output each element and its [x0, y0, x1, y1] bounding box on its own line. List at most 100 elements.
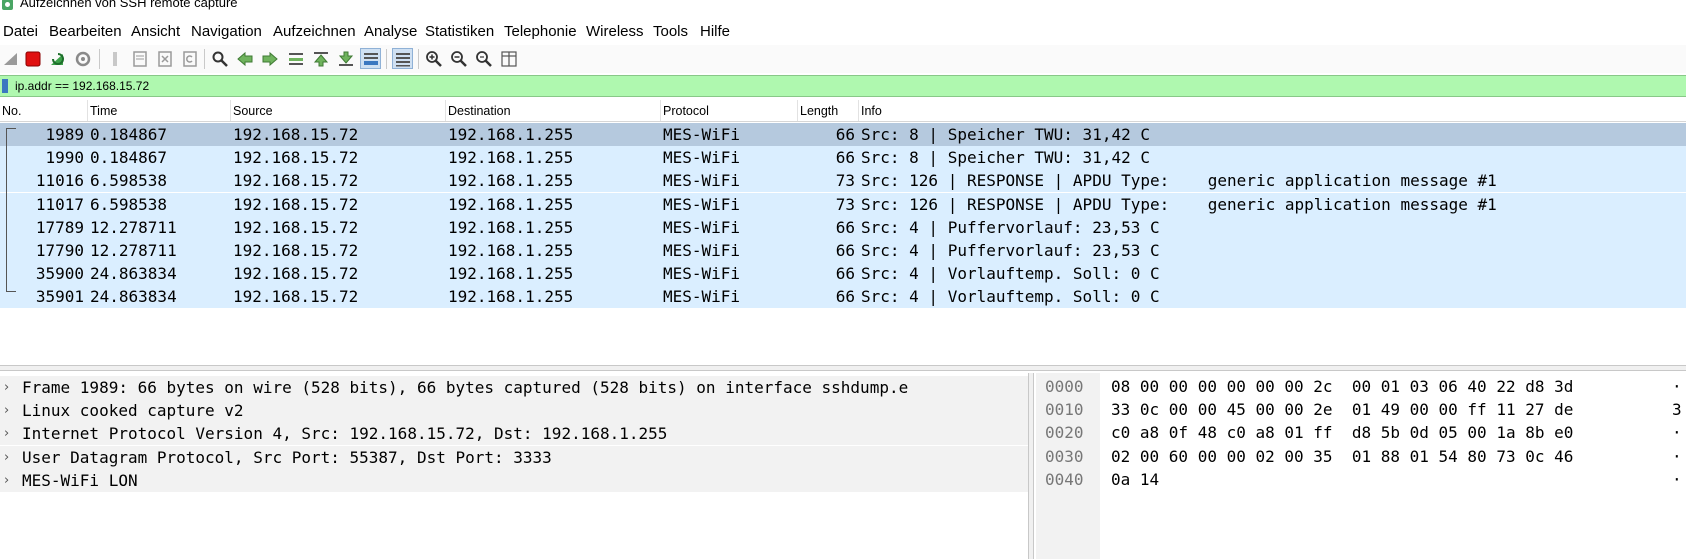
- packet-details-pane: › Frame 1989: 66 bytes on wire (528 bits)…: [0, 373, 1028, 559]
- hex-bytes: 33 0c 00 00 45 00 00 2e 01 49 00 00 ff 1…: [1111, 400, 1574, 420]
- packet-time-cell: 24.863834: [90, 287, 177, 307]
- colorize-icon[interactable]: [392, 48, 413, 69]
- menu-telephonie[interactable]: Telephonie: [504, 20, 577, 44]
- packet-src-cell: 192.168.15.72: [233, 194, 359, 214]
- save-file-icon[interactable]: [129, 48, 150, 69]
- packet-row[interactable]: 17790 12.278711 192.168.15.72 192.168.1.255…: [0, 239, 1686, 262]
- packet-row[interactable]: 35900 24.863834 192.168.15.72 192.168.1.255…: [0, 262, 1686, 286]
- packet-info-cell: Src: 8 | Speicher TWU: 31,42 C: [861, 125, 1150, 144]
- vertical-splitter[interactable]: [1028, 373, 1034, 559]
- packet-proto-cell: MES-WiFi: [663, 217, 741, 237]
- detail-tree-item[interactable]: › Internet Protocol Version 4, Src: 192.1…: [0, 422, 1028, 446]
- first-packet-icon[interactable]: [310, 48, 331, 69]
- packet-bytes-pane: 0000 08 00 00 00 00 00 00 2c 00 01 03 06 …: [1036, 373, 1686, 559]
- packet-dst-cell: 192.168.1.255: [448, 171, 574, 191]
- hex-offset: 0010: [1045, 400, 1084, 420]
- packet-dst-cell: 192.168.1.255: [448, 217, 574, 237]
- packet-time-cell: 12.278711: [90, 217, 177, 237]
- packet-row[interactable]: 35901 24.863834 192.168.15.72 192.168.1.255…: [0, 285, 1686, 309]
- packet-len-cell: 66: [835, 217, 855, 237]
- menu-hilfe[interactable]: Hilfe: [700, 20, 730, 44]
- menu-analyse[interactable]: Analyse: [364, 20, 417, 44]
- menu-wireless[interactable]: Wireless: [586, 20, 644, 44]
- ascii-bytes: ·: [1672, 446, 1682, 466]
- packet-row[interactable]: 11016 6.598538 192.168.15.72 192.168.1.255 M…: [0, 169, 1686, 193]
- restart-capture-icon[interactable]: [47, 48, 68, 69]
- column-header-length[interactable]: Length: [798, 100, 859, 121]
- open-file-icon[interactable]: [104, 48, 125, 69]
- close-file-icon[interactable]: [154, 48, 175, 69]
- hex-bytes: 0a 14: [1111, 469, 1160, 489]
- resize-columns-icon[interactable]: [498, 48, 519, 69]
- packet-row[interactable]: 1990 0.184867 192.168.15.72 192.168.1.255 ME…: [0, 146, 1686, 170]
- detail-tree-item[interactable]: › MES-WiFi LON: [0, 468, 1028, 492]
- packet-list-header: No. Time Source Destination Protocol Len…: [0, 100, 1686, 122]
- detail-tree-item[interactable]: › User Datagram Protocol, Src Port: 55387…: [0, 445, 1028, 469]
- column-header-source[interactable]: Source: [231, 100, 446, 121]
- column-header-protocol[interactable]: Protocol: [661, 100, 798, 121]
- menu-datei[interactable]: Datei: [3, 20, 38, 44]
- display-filter-bar: [0, 75, 1686, 97]
- title-bar: Aufzeichnen von SSH remote capture: [0, 0, 1686, 12]
- find-packet-icon[interactable]: [209, 48, 230, 69]
- shark-fin-start-icon[interactable]: [0, 48, 21, 69]
- hex-dump-row[interactable]: 0030 02 00 60 00 00 02 00 35 01 88 01 54 …: [1036, 445, 1686, 468]
- packet-info-cell: Src: 4 | Vorlauftemp. Soll: 0 C: [861, 264, 1160, 284]
- packet-proto-cell: MES-WiFi: [663, 194, 741, 214]
- display-filter-input[interactable]: [13, 77, 1617, 95]
- column-header-destination[interactable]: Destination: [446, 100, 661, 121]
- column-header-time[interactable]: Time: [88, 100, 231, 121]
- packet-src-cell: 192.168.15.72: [233, 171, 359, 191]
- detail-text: User Datagram Protocol, Src Port: 55387,…: [22, 447, 552, 467]
- hex-offset: 0030: [1045, 446, 1084, 466]
- hex-dump-row[interactable]: 0020 c0 a8 0f 48 c0 a8 01 ff d8 5b 0d 05 …: [1036, 421, 1686, 444]
- menu-bearbeiten[interactable]: Bearbeiten: [49, 20, 122, 44]
- column-header-info[interactable]: Info: [859, 100, 1686, 121]
- chevron-right-icon[interactable]: ›: [4, 446, 9, 469]
- stop-capture-icon[interactable]: [22, 48, 43, 69]
- menu-statistiken[interactable]: Statistiken: [425, 20, 494, 44]
- packet-info-cell: Src: 4 | Vorlauftemp. Soll: 0 C: [861, 287, 1160, 307]
- detail-tree-item[interactable]: › Frame 1989: 66 bytes on wire (528 bits)…: [0, 376, 1028, 399]
- packet-src-cell: 192.168.15.72: [233, 287, 359, 307]
- last-packet-icon[interactable]: [335, 48, 356, 69]
- chevron-right-icon[interactable]: ›: [4, 376, 9, 399]
- horizontal-splitter[interactable]: [0, 365, 1686, 371]
- hex-dump-row[interactable]: 0010 33 0c 00 00 45 00 00 2e 01 49 00 00 …: [1036, 398, 1686, 421]
- auto-scroll-icon[interactable]: [360, 48, 381, 69]
- zoom-in-icon[interactable]: [423, 48, 444, 69]
- zoom-normal-icon[interactable]: [473, 48, 494, 69]
- packet-row[interactable]: 11017 6.598538 192.168.15.72 192.168.1.255 M…: [0, 192, 1686, 216]
- packet-row[interactable]: 1989 0.184867 192.168.15.72 192.168.1.255 ME…: [0, 123, 1686, 146]
- chevron-right-icon[interactable]: ›: [4, 469, 9, 492]
- menu-navigation[interactable]: Navigation: [191, 20, 262, 44]
- column-header-no[interactable]: No.: [0, 100, 88, 121]
- main-toolbar: [0, 45, 1686, 73]
- zoom-out-icon[interactable]: [448, 48, 469, 69]
- hex-offset: 0020: [1045, 423, 1084, 443]
- hex-dump-row[interactable]: 0000 08 00 00 00 00 00 00 2c 00 01 03 06 …: [1036, 375, 1686, 398]
- go-back-icon[interactable]: [234, 48, 255, 69]
- packet-len-cell: 73: [835, 171, 855, 191]
- packet-len-cell: 66: [835, 287, 855, 307]
- packet-proto-cell: MES-WiFi: [663, 287, 741, 307]
- detail-text: Internet Protocol Version 4, Src: 192.16…: [22, 424, 668, 444]
- packet-src-cell: 192.168.15.72: [233, 264, 359, 284]
- packet-dst-cell: 192.168.1.255: [448, 125, 574, 144]
- menu-ansicht[interactable]: Ansicht: [131, 20, 180, 44]
- menu-tools[interactable]: Tools: [653, 20, 688, 44]
- hex-dump-row[interactable]: 0040 0a 14 ·: [1036, 468, 1686, 491]
- packet-dst-cell: 192.168.1.255: [448, 241, 574, 260]
- chevron-right-icon[interactable]: ›: [4, 399, 9, 422]
- go-forward-icon[interactable]: [259, 48, 280, 69]
- packet-info-cell: Src: 8 | Speicher TWU: 31,42 C: [861, 148, 1150, 168]
- reload-file-icon[interactable]: [179, 48, 200, 69]
- packet-row[interactable]: 17789 12.278711 192.168.15.72 192.168.1.255…: [0, 215, 1686, 239]
- chevron-right-icon[interactable]: ›: [4, 422, 9, 445]
- capture-options-icon[interactable]: [72, 48, 93, 69]
- window-title: Aufzeichnen von SSH remote capture: [20, 0, 238, 10]
- menu-aufzeichnen[interactable]: Aufzeichnen: [273, 20, 356, 44]
- detail-tree-item[interactable]: › Linux cooked capture v2: [0, 399, 1028, 423]
- go-to-packet-icon[interactable]: [285, 48, 306, 69]
- bookmark-icon[interactable]: [2, 79, 8, 93]
